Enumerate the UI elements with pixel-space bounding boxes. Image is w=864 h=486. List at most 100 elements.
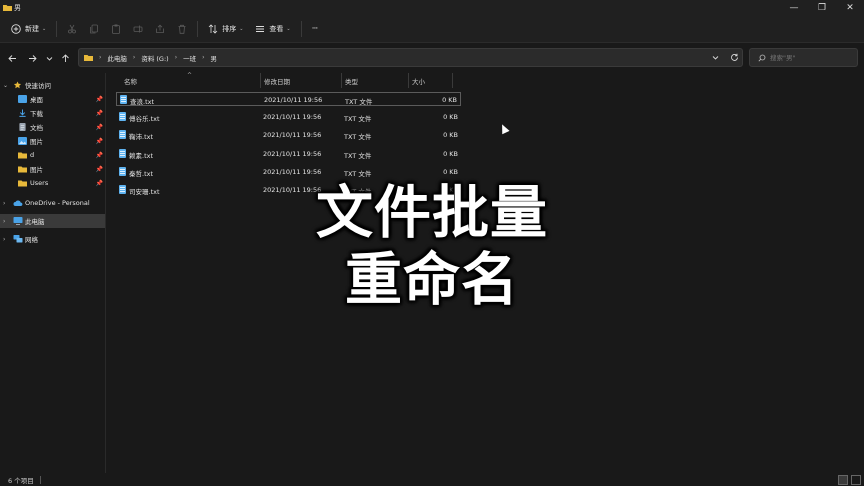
close-button[interactable]: ✕ <box>836 0 864 15</box>
pin-icon: 📌 <box>95 109 103 117</box>
overlay-caption-line1: 文件批量 <box>316 180 548 246</box>
sidebar-item-d[interactable]: d 📌 <box>0 148 105 162</box>
text-file-icon <box>119 112 126 121</box>
refresh-icon[interactable] <box>730 53 739 62</box>
chevron-down-icon[interactable] <box>712 54 719 61</box>
up-button[interactable] <box>57 48 73 68</box>
share-icon <box>156 24 165 33</box>
window-title: 男 <box>14 3 21 12</box>
sidebar-item-label: Users <box>30 179 49 187</box>
item-count: 6 个项目 <box>8 476 34 485</box>
column-divider[interactable] <box>408 73 409 88</box>
sidebar-item-documents[interactable]: 文档 📌 <box>0 120 105 134</box>
paste-button[interactable] <box>105 17 127 41</box>
arrow-up-icon <box>61 53 69 62</box>
breadcrumb-class[interactable]: 一班 <box>183 53 196 63</box>
sidebar-item-downloads[interactable]: 下载 📌 <box>0 106 105 120</box>
sidebar-item-this-pc[interactable]: › 此电脑 <box>0 214 105 228</box>
new-button[interactable]: 新建 ⌄ <box>5 17 52 41</box>
pin-icon: 📌 <box>95 151 103 159</box>
picture-icon <box>18 137 27 145</box>
network-icon <box>13 235 23 243</box>
file-row[interactable]: 鞠沛.txt 2021/10/11 19:56 TXT 文件 0 KB <box>116 128 461 142</box>
file-row[interactable]: 秦哲.txt 2021/10/11 19:56 TXT 文件 0 KB <box>116 165 461 179</box>
recent-locations-button[interactable] <box>41 48 57 68</box>
search-input[interactable] <box>770 53 850 62</box>
more-options-button[interactable]: ··· <box>306 17 324 41</box>
column-header-name[interactable]: 名称 <box>124 73 137 88</box>
breadcrumb-separator-icon: › <box>174 54 178 61</box>
computer-icon <box>13 217 23 225</box>
back-button[interactable] <box>4 48 20 68</box>
navigation-pane: ⌄ 快速访问 桌面 📌 下载 📌 文档 📌 图片 📌 d 📌 图片 📌 User… <box>0 73 106 473</box>
tiles-view-button[interactable] <box>851 475 861 485</box>
cut-button[interactable] <box>61 17 83 41</box>
column-divider[interactable] <box>341 73 342 88</box>
file-size: 0 KB <box>443 113 458 121</box>
file-size: 0 KB <box>442 96 457 104</box>
breadcrumb-current[interactable]: 男 <box>211 53 218 63</box>
minimize-button[interactable]: — <box>780 0 808 15</box>
breadcrumb-drive[interactable]: 资料 (G:) <box>141 53 168 63</box>
column-header-size[interactable]: 大小 <box>412 73 425 88</box>
sidebar-item-pictures[interactable]: 图片 📌 <box>0 134 105 148</box>
sort-icon <box>208 23 218 34</box>
plus-circle-icon <box>11 23 21 34</box>
sidebar-item-desktop[interactable]: 桌面 📌 <box>0 92 105 106</box>
divider <box>56 20 58 37</box>
breadcrumb-this-pc[interactable]: 此电脑 <box>107 53 127 63</box>
file-modified: 2021/10/11 19:56 <box>263 131 322 139</box>
pin-icon: 📌 <box>95 179 103 187</box>
delete-button[interactable] <box>171 17 193 41</box>
sort-button[interactable]: 排序 ⌄ <box>202 17 249 41</box>
chevron-down-icon: ⌄ <box>239 25 244 32</box>
file-name: 秦哲.txt <box>129 170 154 178</box>
arrow-right-icon <box>28 54 37 62</box>
file-name: 查浪.txt <box>130 98 155 106</box>
column-header-type[interactable]: 类型 <box>345 73 358 88</box>
sidebar-item-network[interactable]: › 网络 <box>0 232 105 246</box>
column-divider[interactable] <box>452 73 453 88</box>
sidebar-item-users[interactable]: Users 📌 <box>0 176 105 190</box>
folder-icon <box>18 180 27 187</box>
share-button[interactable] <box>149 17 171 41</box>
column-divider[interactable] <box>260 73 261 88</box>
cloud-icon <box>13 200 23 206</box>
chevron-right-icon: › <box>3 235 6 243</box>
file-row[interactable]: 查浪.txt 2021/10/11 19:56 TXT 文件 0 KB <box>116 92 461 106</box>
file-name: 司安珊.txt <box>129 188 160 196</box>
details-view-button[interactable] <box>838 475 848 485</box>
address-bar[interactable]: › 此电脑 › 资料 (G:) › 一班 › 男 <box>78 48 743 67</box>
trash-icon <box>178 24 186 34</box>
text-file-icon <box>119 149 126 158</box>
column-header-modified[interactable]: 修改日期 <box>264 73 290 88</box>
file-modified: 2021/10/11 19:56 <box>263 168 322 176</box>
text-file-icon <box>119 130 126 139</box>
maximize-button[interactable]: ❐ <box>808 0 836 15</box>
file-type: TXT 文件 <box>344 170 372 178</box>
sidebar-item-label: 网络 <box>25 236 38 244</box>
sidebar-item-label: 图片 <box>30 138 43 146</box>
text-file-icon <box>119 185 126 194</box>
pin-icon: 📌 <box>95 165 103 173</box>
arrow-left-icon <box>7 54 16 62</box>
forward-button[interactable] <box>24 48 40 68</box>
copy-button[interactable] <box>83 17 105 41</box>
view-button[interactable]: 查看 ⌄ <box>249 17 296 41</box>
file-type: TXT 文件 <box>344 133 372 141</box>
file-row[interactable]: 赖素.txt 2021/10/11 19:56 TXT 文件 0 KB <box>116 147 461 161</box>
file-name: 赖素.txt <box>129 152 154 160</box>
folder-icon <box>84 55 93 61</box>
sidebar-item-pictures-folder[interactable]: 图片 📌 <box>0 162 105 176</box>
sidebar-item-onedrive[interactable]: › OneDrive - Personal <box>0 196 105 210</box>
search-box[interactable] <box>749 48 858 67</box>
sidebar-item-quick-access[interactable]: ⌄ 快速访问 <box>0 78 105 92</box>
file-size: 0 KB <box>443 131 458 139</box>
file-row[interactable]: 傅谷乐.txt 2021/10/11 19:56 TXT 文件 0 KB <box>116 110 461 124</box>
chevron-down-icon: ⌄ <box>3 81 9 89</box>
sidebar-item-label: 下载 <box>30 110 43 118</box>
status-bar: 6 个项目 <box>0 473 864 486</box>
file-type: TXT 文件 <box>345 98 373 106</box>
rename-button[interactable] <box>127 17 149 41</box>
paste-icon <box>112 24 121 34</box>
